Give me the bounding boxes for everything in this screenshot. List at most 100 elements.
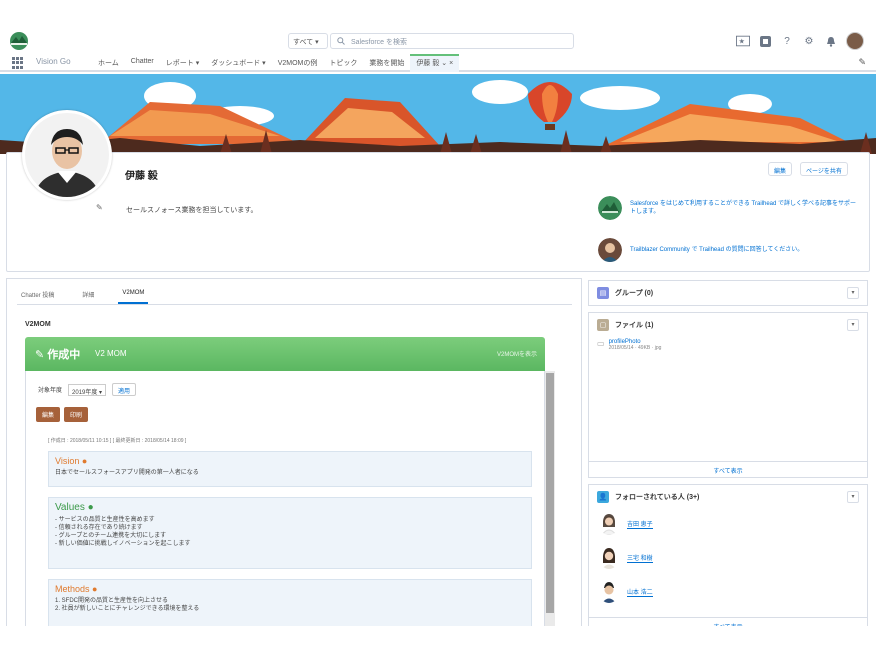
edit-about-pencil-icon[interactable]: ✎: [96, 203, 103, 212]
notifications-icon[interactable]: [824, 34, 838, 48]
vision-title: Vision ●: [55, 456, 88, 466]
setup-assistant-icon[interactable]: [758, 34, 772, 48]
v2mom-body: 対象年度 2019年度 ▾ 適用 編集 印刷 [ 作成日 : 2018/05/1…: [25, 371, 545, 657]
info-icon: ●: [92, 584, 98, 594]
follower-avatar: [599, 581, 619, 603]
values-block: Values ● - サービスの品質と生産性を高めます - 信頼される存在であり…: [48, 497, 532, 569]
banner-landscape-image: [0, 74, 876, 154]
follower-name[interactable]: 吉田 恵子: [627, 519, 653, 529]
favorites-icon[interactable]: ★: [736, 34, 750, 48]
method-item: 1. SFDC開発の品質と生産性を向上させる: [55, 598, 169, 604]
profile-name: 伊藤 毅: [125, 171, 158, 182]
v2mom-scrollbar[interactable]: [545, 371, 555, 657]
tab-details[interactable]: 詳細: [78, 287, 98, 304]
follower-item[interactable]: 吉田 恵子: [599, 513, 653, 535]
value-item: - サービスの品質と生産性を高めます: [55, 517, 155, 523]
followers-icon: 👤: [597, 491, 609, 503]
trailhead-icon: [598, 196, 622, 220]
files-icon: ▢: [597, 319, 609, 331]
app-name: Vision Go: [36, 57, 71, 66]
followers-card: 👤 フォローされている人 (3+) ▾ 吉田 恵子 三宅 和樹 山本 浩二 すべ…: [588, 484, 868, 634]
gear-icon[interactable]: ⚙: [802, 34, 816, 48]
tip-trailhead: Salesforce をはじめて利用することができる Trailhead で詳し…: [598, 196, 860, 220]
v2mom-name: V2 MOM: [95, 349, 127, 358]
v2mom-status: ✎ 作成中: [35, 349, 81, 361]
nav-item-chatter[interactable]: Chatter: [125, 54, 160, 72]
share-page-button[interactable]: ページを共有: [800, 162, 848, 176]
app-launcher-icon[interactable]: [12, 57, 24, 69]
groups-icon: ▤: [597, 287, 609, 299]
period-label: 対象年度: [38, 388, 63, 394]
follower-name[interactable]: 三宅 和樹: [627, 553, 653, 563]
edit-profile-button[interactable]: 編集: [768, 162, 793, 176]
nav-item-start-work[interactable]: 業務を開始: [363, 54, 410, 72]
info-icon: ●: [81, 456, 88, 466]
v2mom-view-link[interactable]: V2MOMを表示: [497, 349, 537, 358]
chevron-down-icon[interactable]: ▾: [847, 319, 859, 331]
follower-item[interactable]: 三宅 和樹: [599, 547, 653, 569]
apply-button[interactable]: 適用: [112, 383, 137, 396]
nav-item-profile-tab[interactable]: 伊藤 毅 ⌄ ×: [410, 54, 460, 72]
v2mom-header-bar: ✎ 作成中 V2 MOM V2MOMを表示: [25, 337, 545, 371]
files-view-all-link[interactable]: すべて表示: [589, 461, 867, 477]
global-search-input[interactable]: Salesforce を検索: [330, 33, 574, 49]
value-item: - 新しい価値に挑戦しイノベーションを起こします: [55, 541, 191, 547]
period-select[interactable]: 2019年度 ▾: [68, 383, 107, 396]
groups-title[interactable]: グループ (0): [615, 288, 653, 298]
nav-item-v2mom-examples[interactable]: V2MOMの例: [272, 54, 324, 72]
nav-item-home[interactable]: ホーム: [92, 54, 125, 72]
file-meta: 2018/05/14 · 49KB · jpg: [608, 345, 662, 351]
user-avatar[interactable]: [846, 32, 864, 50]
chevron-down-icon[interactable]: ▾: [847, 491, 859, 503]
follower-avatar: [599, 513, 619, 535]
image-file-icon: ▭: [597, 339, 605, 348]
app-nav-bar: Vision Go ホーム Chatter レポート ▾ ダッシュボード ▾ V…: [0, 54, 876, 72]
values-title: Values ●: [55, 502, 94, 513]
files-card: ▢ ファイル (1) ▾ ▭ profilePhoto 2018/05/14 ·…: [588, 312, 868, 478]
v2mom-meta: [ 作成日 : 2018/05/11 10:15 ] [ 最終更新日 : 201…: [48, 438, 187, 444]
v2mom-print-button[interactable]: 印刷: [64, 407, 89, 422]
tip-trailhead-text[interactable]: Salesforce をはじめて利用することができる Trailhead で詳し…: [630, 200, 860, 216]
followers-title[interactable]: フォローされている人 (3+): [615, 492, 699, 502]
nav-item-dashboards[interactable]: ダッシュボード ▾: [205, 54, 271, 72]
search-scope-dropdown[interactable]: すべて ▾: [288, 33, 328, 49]
global-header: すべて ▾ Salesforce を検索 ★ ? ⚙: [0, 28, 876, 54]
scrollbar-thumb[interactable]: [546, 373, 554, 613]
community-avatar-icon: [598, 238, 622, 262]
help-icon[interactable]: ?: [780, 34, 794, 48]
org-logo-icon[interactable]: [8, 31, 30, 51]
profile-photo[interactable]: [22, 110, 112, 200]
vision-block: Vision ● 日本でセールスフォースアプリ開発の第一人者になる: [48, 451, 532, 487]
nav-item-reports[interactable]: レポート ▾: [160, 54, 205, 72]
profile-tabs: Chatter 投稿 詳細 V2MOM: [17, 287, 572, 305]
method-item: 2. 社員が新しいことにチャレンジできる環境を整える: [55, 606, 200, 612]
tip-community: Trailblazer Community で Trailhead の質問に回答…: [598, 238, 860, 262]
follower-name[interactable]: 山本 浩二: [627, 587, 653, 597]
profile-banner: [0, 74, 876, 154]
v2mom-section-title: V2MOM: [25, 321, 51, 328]
svg-text:★: ★: [739, 38, 745, 46]
search-icon: [337, 37, 345, 47]
page-bottom-edge: [0, 626, 876, 657]
files-title[interactable]: ファイル (1): [615, 320, 654, 330]
v2mom-edit-button[interactable]: 編集: [36, 407, 61, 422]
methods-title: Methods ●: [55, 584, 98, 594]
nav-item-topics[interactable]: トピック: [323, 54, 363, 72]
edit-nav-pencil-icon[interactable]: ✎: [858, 57, 866, 68]
tab-chatter[interactable]: Chatter 投稿: [17, 287, 58, 304]
main-content-panel: Chatter 投稿 詳細 V2MOM V2MOM ✎ 作成中 V2 MOM V…: [6, 278, 582, 657]
groups-card: ▤ グループ (0) ▾: [588, 280, 868, 306]
value-item: - 信頼される存在であり続けます: [55, 525, 143, 531]
tip-community-text[interactable]: Trailblazer Community で Trailhead の質問に回答…: [630, 246, 803, 254]
follower-item[interactable]: 山本 浩二: [599, 581, 653, 603]
chevron-down-icon[interactable]: ▾: [847, 287, 859, 299]
profile-about-me: セールスノォース業務を担当しています。: [126, 207, 258, 214]
pencil-icon: ✎: [35, 349, 48, 361]
tab-v2mom[interactable]: V2MOM: [118, 287, 149, 304]
follower-avatar: [599, 547, 619, 569]
info-icon: ●: [87, 502, 94, 513]
search-placeholder: Salesforce を検索: [351, 39, 408, 46]
value-item: - グループとのチーム連携を大切にします: [55, 533, 167, 539]
vision-text: 日本でセールスフォースアプリ開発の第一人者になる: [55, 470, 199, 476]
file-item[interactable]: ▭ profilePhoto 2018/05/14 · 49KB · jpg: [597, 339, 661, 351]
